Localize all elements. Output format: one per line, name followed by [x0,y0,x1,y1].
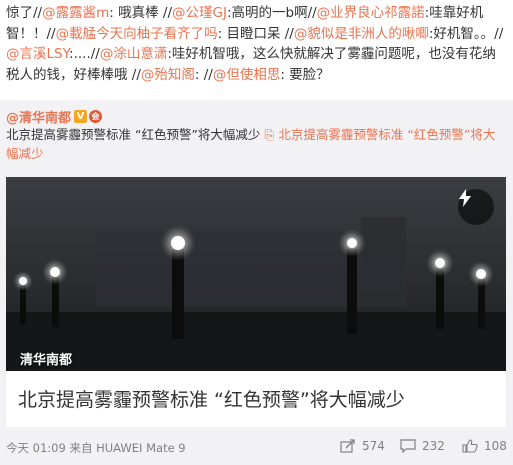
comment-text: : 哦真棒 // [109,5,172,21]
mention-link[interactable]: @言溪LSY [6,46,69,62]
link-icon: ⎘ [264,127,279,142]
repost-button[interactable]: 574 [340,439,385,453]
mention-link[interactable]: @貌似是非洲人的啾唧 [294,26,429,42]
card-source-label: 清华南都 [20,353,73,368]
mention-link[interactable]: @业界良心祁露諾 [317,5,425,21]
article-card-image[interactable]: 清华南都 [6,177,506,371]
from-label: 来自 [69,441,93,455]
post-time[interactable]: 今天 01:09 [6,441,66,455]
comment-text: :....// [69,46,100,62]
verified-v-icon: V [74,109,88,123]
mention-link[interactable]: @載艋今天向柚子看齐了吗 [56,26,218,42]
comment-button[interactable]: 232 [400,439,445,453]
post-meta: 今天 01:09 来自 HUAWEI Mate 9 [6,440,186,456]
comment-text: : 要脸？ [280,66,330,83]
comment-text: 惊了// [6,5,43,21]
comment-text: :好机智。。// [428,25,504,42]
device-source[interactable]: HUAWEI Mate 9 [96,441,186,455]
repost-count: 574 [362,439,385,453]
comment-text: : 目瞪口呆 // [217,25,294,42]
lightning-button[interactable] [458,189,494,225]
repost-container[interactable]: @清华南都 V 会 北京提高雾霾预警标准 “红色预警”将大幅减少 ⎘ 北京提高雾… [0,100,513,465]
like-button[interactable]: 108 [462,439,507,453]
article-card[interactable]: 清华南都 北京提高雾霾预警标准 “红色预警”将大幅减少 [6,177,506,427]
comment-text: : // [194,66,213,83]
medal-icon: 会 [89,109,103,123]
thumbs-up-icon [462,439,478,453]
mention-link[interactable]: @但使相思 [213,67,281,83]
comment-count: 232 [422,439,445,453]
repost-text: 北京提高雾霾预警标准 “红色预警”将大幅减少 ⎘ 北京提高雾霾预警标准 “红色预… [6,125,506,163]
comment-icon [400,439,416,453]
mention-link[interactable]: @公瑾GJ [172,5,227,21]
share-icon [340,439,355,453]
post-text: 惊了//@露露酱m: 哦真棒 //@公瑾GJ:高明的一b啊//@业界良心祁露諾:… [0,0,513,96]
post-footer: 今天 01:09 来自 HUAWEI Mate 9 574 232 108 [0,436,513,465]
repost-author-link[interactable]: @清华南都 [6,107,71,126]
like-count: 108 [484,439,507,453]
repost-author-row: @清华南都 V 会 [6,106,103,126]
mention-link[interactable]: @涂山意潇 [100,46,168,62]
mention-link[interactable]: @殆知阁 [141,67,195,83]
foggy-night-scene [6,177,506,371]
article-card-title[interactable]: 北京提高雾霾预警标准 “红色预警”将大幅减少 [18,387,498,413]
comment-text: :高明的一b啊// [226,5,317,21]
repost-text-main: 北京提高雾霾预警标准 “红色预警”将大幅减少 [6,127,265,142]
mention-link[interactable]: @露露酱m [42,5,109,21]
lightning-icon [459,189,471,207]
